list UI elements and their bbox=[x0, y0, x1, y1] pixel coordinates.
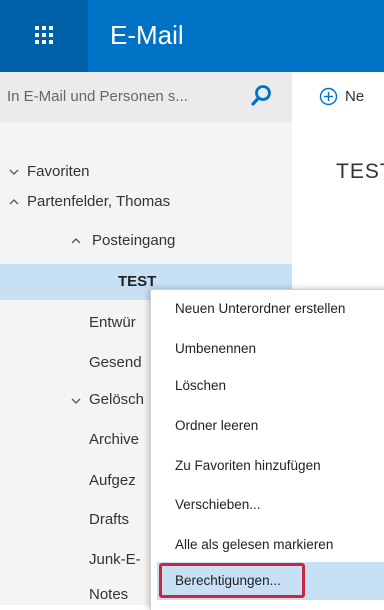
menu-item-new-subfolder[interactable]: Neuen Unterordner erstellen bbox=[175, 300, 345, 318]
menu-item-mark-all-read[interactable]: Alle als gelesen markieren bbox=[175, 536, 333, 554]
folder-header-title: TEST bbox=[336, 160, 384, 183]
folder-geloescht[interactable]: Gelösch bbox=[89, 390, 144, 410]
app-title: E-Mail bbox=[110, 20, 184, 50]
chevron-up-icon[interactable] bbox=[71, 236, 81, 246]
menu-item-add-to-favorites[interactable]: Zu Favoriten hinzufügen bbox=[175, 457, 321, 475]
folder-account[interactable]: Partenfelder, Thomas bbox=[27, 192, 170, 212]
menu-item-delete[interactable]: Löschen bbox=[175, 377, 226, 395]
menu-item-move[interactable]: Verschieben... bbox=[175, 496, 261, 514]
chevron-down-icon[interactable] bbox=[71, 396, 81, 406]
chevron-down-icon[interactable] bbox=[9, 167, 19, 177]
folder-archive[interactable]: Archive bbox=[89, 430, 139, 450]
folder-entwuerfe[interactable]: Entwür bbox=[89, 313, 136, 333]
chevron-up-icon[interactable] bbox=[9, 197, 19, 207]
folder-posteingang[interactable]: Posteingang bbox=[92, 231, 175, 251]
permissions-highlight-box bbox=[159, 563, 305, 598]
folder-favoriten[interactable]: Favoriten bbox=[27, 162, 90, 182]
menu-item-rename[interactable]: Umbenennen bbox=[175, 340, 256, 358]
new-message-toolbar bbox=[292, 72, 384, 122]
menu-item-empty-folder[interactable]: Ordner leeren bbox=[175, 417, 258, 435]
plus-circle-icon[interactable] bbox=[319, 87, 338, 106]
folder-junk[interactable]: Junk-E- bbox=[89, 550, 141, 570]
folder-aufgezeichnet[interactable]: Aufgez bbox=[89, 471, 136, 491]
folder-drafts[interactable]: Drafts bbox=[89, 510, 129, 530]
folder-gesendet[interactable]: Gesend bbox=[89, 353, 142, 373]
search-box[interactable]: In E-Mail und Personen s... bbox=[0, 72, 292, 122]
app-launcher-icon bbox=[35, 26, 53, 44]
app-launcher-button[interactable] bbox=[0, 0, 88, 72]
new-button[interactable]: Ne bbox=[345, 88, 364, 105]
folder-notes[interactable]: Notes bbox=[89, 585, 128, 605]
search-input[interactable]: In E-Mail und Personen s... bbox=[7, 88, 188, 105]
search-icon[interactable] bbox=[251, 84, 273, 108]
